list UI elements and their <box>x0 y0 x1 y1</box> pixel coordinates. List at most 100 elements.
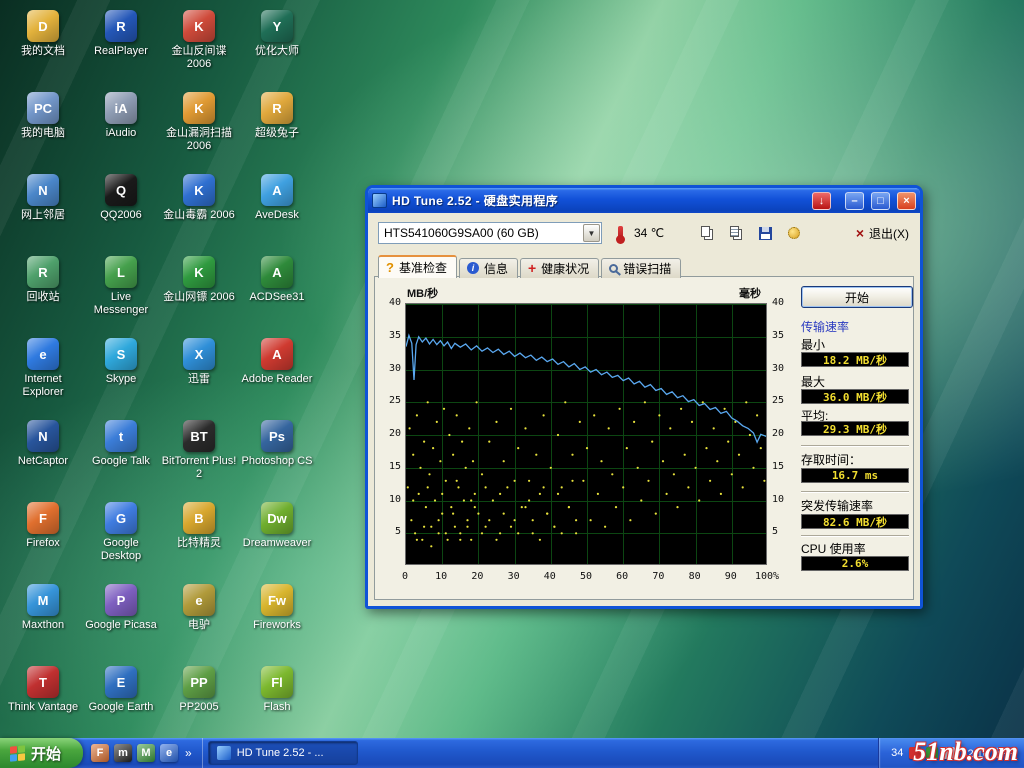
desktop-icon-bittorrent-plus-2[interactable]: BTBitTorrent Plus! 2 <box>160 416 238 498</box>
ie-quicklaunch-icon[interactable]: e <box>160 744 178 762</box>
desktop-icon-youhua-dashi[interactable]: Y 优化大师 <box>238 6 316 88</box>
desktop-icon-label: Think Vantage <box>8 701 78 714</box>
y-axis-tick-right: 20 <box>772 428 784 439</box>
desktop-icon-photoshop-cs[interactable]: PsPhotoshop CS <box>238 416 316 498</box>
realplayer-icon: R <box>105 10 137 42</box>
desktop-icon-pp2005[interactable]: PPPP2005 <box>160 662 238 744</box>
taskbar: 开始 FmMe» HD Tune 2.52 - ... 34 02:10 上午 <box>0 738 1024 768</box>
y-axis-tick-left: 30 <box>379 363 401 374</box>
desktop-icon-maxthon[interactable]: MMaxthon <box>4 580 82 662</box>
desktop-icon-xunlei[interactable]: X 迅雷 <box>160 334 238 416</box>
desktop-icon-qq2006[interactable]: QQQ2006 <box>82 170 160 252</box>
desktop-icon-label: QQ2006 <box>100 209 142 222</box>
desktop-icon-label: RealPlayer <box>94 45 148 58</box>
desktop-icon-acdsee31[interactable]: AACDSee31 <box>238 252 316 334</box>
desktop-icon-realplayer[interactable]: R RealPlayer <box>82 6 160 88</box>
desktop-icon-bitspirit[interactable]: B比特精灵 <box>160 498 238 580</box>
desktop-icon-flash[interactable]: FlFlash <box>238 662 316 744</box>
desktop-icon-skype[interactable]: SSkype <box>82 334 160 416</box>
task-button-label: HD Tune 2.52 - ... <box>237 747 324 759</box>
desktop-icon-internet-explorer[interactable]: eInternet Explorer <box>4 334 82 416</box>
desktop-icon-firefox[interactable]: FFirefox <box>4 498 82 580</box>
fireworks-icon: Fw <box>261 584 293 616</box>
cpu-usage-value: 2.6% <box>801 556 909 571</box>
y-right-unit-label: 毫秒 <box>739 285 761 301</box>
desktop-icon-emule[interactable]: e电驴 <box>160 580 238 662</box>
drive-select[interactable]: HTS541060G9SA00 (60 GB) ▼ <box>378 222 602 244</box>
desktop-icon-label: Photoshop CS <box>242 455 313 468</box>
options-button[interactable] <box>781 222 807 244</box>
save-screenshot-button[interactable] <box>752 222 778 244</box>
maximize-button[interactable]: □ <box>871 192 890 210</box>
desktop-icon-google-picasa[interactable]: PGoogle Picasa <box>82 580 160 662</box>
avg-value: 29.3 MB/秒 <box>801 421 909 436</box>
tray-temperature: 34 <box>891 747 903 759</box>
tab-benchmark[interactable]: ?基准检查 <box>378 255 457 278</box>
youhua-dashi-icon: Y <box>261 10 293 42</box>
firefox-quicklaunch-icon[interactable]: F <box>91 744 109 762</box>
desktop-icon-iaudio[interactable]: iAiAudio <box>82 88 160 170</box>
tab-error-scan[interactable]: 错误扫描 <box>601 258 681 278</box>
desktop-icon-google-desktop[interactable]: GGoogle Desktop <box>82 498 160 580</box>
copy-screenshot-button[interactable] <box>694 222 720 244</box>
minimize-button[interactable]: – <box>845 192 864 210</box>
x-axis-tick: 10 <box>425 571 457 582</box>
info-tab-icon: i <box>467 262 479 274</box>
save-icon <box>759 227 772 240</box>
desktop-icon-label: 优化大师 <box>255 45 299 58</box>
desktop-icon-label: 迅雷 <box>188 373 210 386</box>
download-arrow-button[interactable]: ↓ <box>812 192 831 210</box>
desktop-icon-label: 我的文档 <box>21 45 65 58</box>
titlebar[interactable]: HD Tune 2.52 - 硬盘实用程序 ↓ – □ × <box>368 188 920 213</box>
skype-icon: S <box>105 338 137 370</box>
desktop-icon-label: Adobe Reader <box>242 373 313 386</box>
start-button[interactable]: 开始 <box>801 286 913 308</box>
close-button[interactable]: × <box>897 192 916 210</box>
maxthon-icon: M <box>27 584 59 616</box>
desktop-icon-google-earth[interactable]: EGoogle Earth <box>82 662 160 744</box>
desktop-icon-kingsoft-netguard-2006[interactable]: K金山网镖 2006 <box>160 252 238 334</box>
chevron-down-icon[interactable]: ▼ <box>583 224 600 242</box>
desktop-icon-kingsoft-vulnscan-2006[interactable]: K金山漏洞扫描 2006 <box>160 88 238 170</box>
hdtune-window: HD Tune 2.52 - 硬盘实用程序 ↓ – □ × HTS541060G… <box>365 185 923 609</box>
messenger-quicklaunch-icon[interactable]: M <box>137 744 155 762</box>
acdsee31-icon: A <box>261 256 293 288</box>
tab-health[interactable]: +健康状况 <box>520 258 599 278</box>
flag-cell <box>18 753 25 761</box>
desktop-icon-label: Internet Explorer <box>5 373 81 399</box>
desktop-icon-kingsoft-duba-2006[interactable]: K金山毒霸 2006 <box>160 170 238 252</box>
taskbar-task-hdtune[interactable]: HD Tune 2.52 - ... <box>208 741 358 765</box>
xunlei-icon: X <box>183 338 215 370</box>
start-button-taskbar[interactable]: 开始 <box>0 738 83 768</box>
desktop-icon-super-rabbit[interactable]: R超级兔子 <box>238 88 316 170</box>
tab-info[interactable]: i信息 <box>459 258 518 278</box>
desktop-icon-adobe-reader[interactable]: A Adobe Reader <box>238 334 316 416</box>
iaudio-icon: iA <box>105 92 137 124</box>
google-earth-icon: E <box>105 666 137 698</box>
desktop-icon-google-talk[interactable]: tGoogle Talk <box>82 416 160 498</box>
desktop-icon-my-computer[interactable]: PC我的电脑 <box>4 88 82 170</box>
adobe-reader-icon: A <box>261 338 293 370</box>
desktop-icon-kingsoft-antispy-2006[interactable]: K金山反间谍 2006 <box>160 6 238 88</box>
benchmark-chart: MB/秒毫秒4040353530302525202015151010550102… <box>377 277 801 599</box>
desktop-icon-fireworks[interactable]: FwFireworks <box>238 580 316 662</box>
kingsoft-vulnscan-2006-icon: K <box>183 92 215 124</box>
copy-text-icon <box>730 226 739 237</box>
desktop-icon-think-vantage[interactable]: TThink Vantage <box>4 662 82 744</box>
desktop-icon-netcaptor[interactable]: NNetCaptor <box>4 416 82 498</box>
desktop-icon-avedesk[interactable]: AAveDesk <box>238 170 316 252</box>
max-label: 最大 <box>801 373 825 390</box>
exit-button[interactable]: × 退出(X) <box>855 222 910 244</box>
quick-launch-expand-icon[interactable]: » <box>183 746 194 760</box>
y-axis-tick-left: 20 <box>379 428 401 439</box>
maxthon-quicklaunch-icon[interactable]: m <box>114 744 132 762</box>
y-left-unit-label: MB/秒 <box>407 285 438 301</box>
desktop-icon-network-places[interactable]: N网上邻居 <box>4 170 82 252</box>
desktop-icon-recycle-bin[interactable]: R回收站 <box>4 252 82 334</box>
thermometer-icon <box>618 226 623 241</box>
desktop-icon-my-documents[interactable]: D我的文档 <box>4 6 82 88</box>
desktop-icon-label: NetCaptor <box>18 455 68 468</box>
desktop-icon-dreamweaver[interactable]: DwDreamweaver <box>238 498 316 580</box>
desktop-icon-live-messenger[interactable]: LLive Messenger <box>82 252 160 334</box>
copy-text-button[interactable] <box>723 222 749 244</box>
